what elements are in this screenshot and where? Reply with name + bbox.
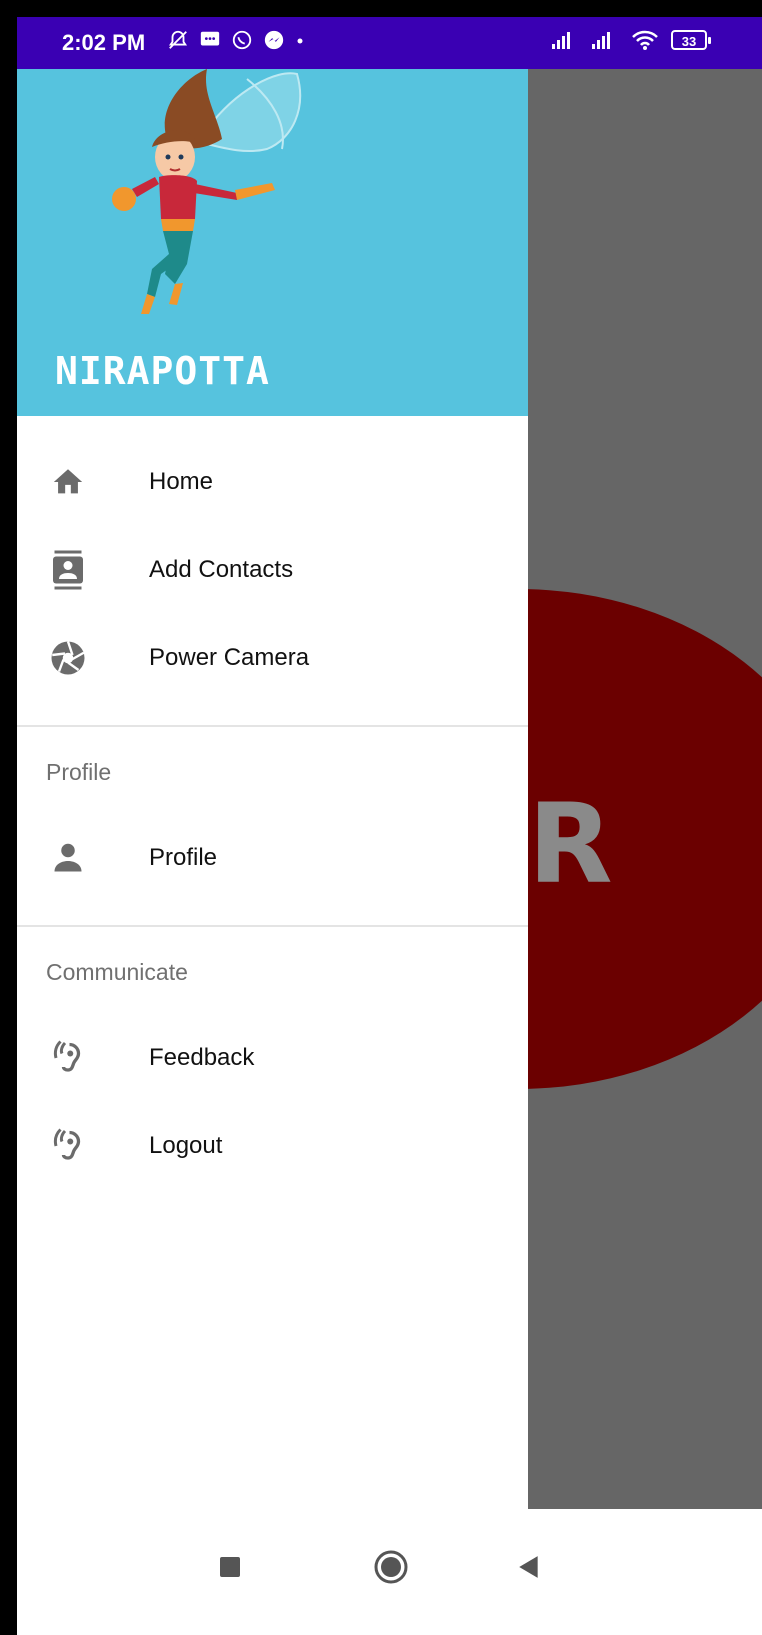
contacts-icon	[49, 550, 87, 590]
section-title-profile: Profile	[46, 759, 112, 785]
drawer-item-profile[interactable]: Profile	[17, 814, 528, 902]
system-icons: 33	[551, 29, 711, 51]
drawer-item-logout[interactable]: Logout	[17, 1102, 528, 1190]
notification-icons	[167, 29, 305, 51]
person-icon	[49, 839, 87, 877]
drawer-item-label: Power Camera	[149, 644, 310, 671]
camera-shutter-icon	[49, 639, 87, 677]
drawer-item-label: Feedback	[149, 1044, 255, 1071]
system-nav-bar	[17, 1509, 762, 1635]
section-title-communicate: Communicate	[46, 959, 188, 985]
brand-title: NIRAPOTTA	[55, 349, 270, 393]
messenger-icon	[264, 30, 284, 50]
status-bar: 2:02 PM 33	[17, 17, 762, 69]
back-triangle-icon	[519, 1556, 538, 1578]
navigation-drawer: NIRAPOTTA Home Add Contacts Power Camera…	[17, 69, 528, 1509]
signal-icon	[552, 32, 570, 49]
drawer-scrim[interactable]: R	[528, 69, 762, 1509]
drawer-header: NIRAPOTTA	[17, 69, 528, 416]
drawer-item-label: Logout	[149, 1132, 223, 1159]
home-circle-icon	[374, 1550, 408, 1584]
home-nav-button[interactable]	[371, 1547, 411, 1587]
signal-icon	[592, 32, 610, 49]
background-letter: R	[528, 780, 613, 908]
back-button[interactable]	[509, 1547, 549, 1587]
drawer-item-feedback[interactable]: Feedback	[17, 1014, 528, 1102]
recents-button[interactable]	[210, 1547, 250, 1587]
whatsapp-icon	[232, 30, 252, 50]
wifi-icon	[632, 30, 658, 50]
drawer-item-label: Add Contacts	[149, 556, 294, 583]
dot-icon	[297, 38, 303, 44]
superhero-illustration	[112, 69, 302, 314]
drawer-item-add-contacts[interactable]: Add Contacts	[17, 526, 528, 614]
drawer-item-label: Profile	[149, 844, 218, 871]
recents-square-icon	[220, 1557, 240, 1577]
drawer-divider	[17, 725, 528, 727]
battery-icon: 33	[671, 30, 711, 50]
status-time: 2:02 PM	[62, 30, 146, 55]
mute-icon	[168, 30, 188, 49]
drawer-item-power-camera[interactable]: Power Camera	[17, 614, 528, 702]
drawer-divider	[17, 925, 528, 927]
hearing-icon	[49, 1127, 87, 1165]
home-icon	[49, 463, 87, 501]
device-screen: 2:02 PM 33 R NIRAPOTTA Home Add Contacts…	[17, 17, 762, 1635]
hearing-icon	[49, 1039, 87, 1077]
drawer-item-home[interactable]: Home	[17, 438, 528, 526]
sms-icon	[200, 31, 220, 46]
drawer-item-label: Home	[149, 468, 214, 495]
